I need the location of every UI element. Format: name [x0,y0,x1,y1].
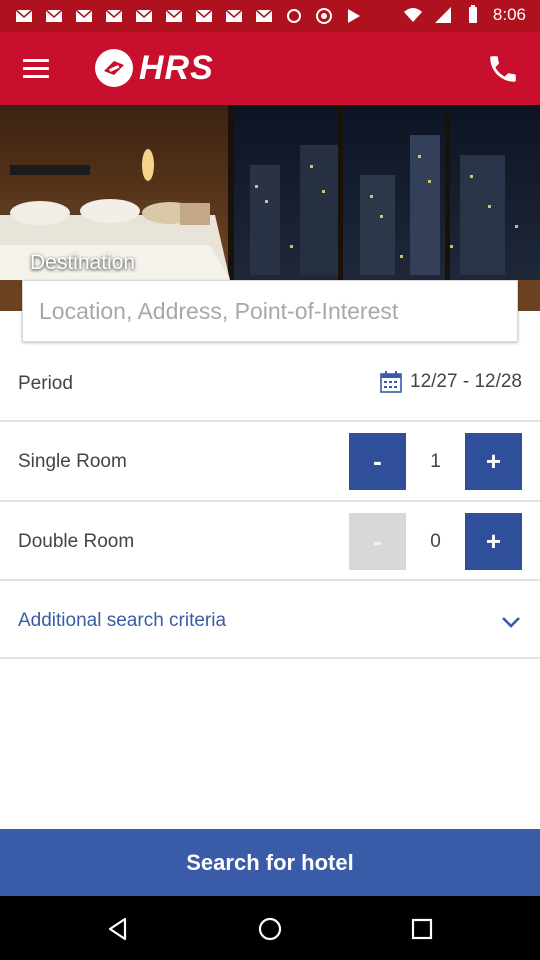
destination-label: Destination [30,251,136,274]
period-label: Period [18,373,73,394]
mail-icon [165,9,183,22]
single-room-row: Single Room - 1 + [0,422,540,501]
wifi-icon [403,8,422,22]
divider [0,579,540,581]
location-input[interactable] [22,280,518,342]
hrs-logo: HRS [95,48,214,88]
double-room-row: Double Room - 0 + [0,502,540,581]
menu-icon[interactable] [20,54,52,84]
mail-icon [75,9,93,22]
navigation-bar [0,896,540,960]
app-bar: HRS [0,32,540,105]
chevron-down-icon [502,617,520,628]
additional-criteria-label: Additional search criteria [18,610,227,631]
mail-icon [195,9,213,22]
mail-icon [135,9,153,22]
at-icon [316,8,332,24]
divider [0,657,540,659]
calendar-icon [380,371,402,393]
phone-icon[interactable] [486,52,520,86]
period-value: 12/27 - 12/28 [410,371,522,392]
period-row: Period 12/27 - 12/28 [0,345,540,422]
back-icon[interactable] [105,916,131,942]
single-room-plus-button[interactable]: + [465,433,522,490]
double-room-count: 0 [430,531,441,552]
play-store-icon [348,9,360,23]
signal-icon [434,7,451,23]
mail-icon [105,9,123,22]
status-bar-notifications [14,6,364,26]
period-selector[interactable]: 12/27 - 12/28 [380,371,522,393]
additional-criteria-toggle[interactable]: Additional search criteria [0,582,540,658]
status-bar: 8:06 [0,0,540,32]
screen: 8:06 HRS Destination Location, Address, … [0,0,540,960]
mail-icon [255,9,273,22]
single-room-count: 1 [430,451,441,472]
status-bar-system: 8:06 [403,5,526,25]
sync-icon [287,9,301,23]
double-room-minus-button[interactable]: - [349,513,406,570]
mail-icon [45,9,63,22]
hrs-logo-icon [95,49,133,87]
search-hotel-button[interactable]: Search for hotel [0,829,540,896]
single-room-label: Single Room [18,451,127,472]
mail-icon [225,9,243,22]
logo-text: HRS [139,48,214,87]
double-room-label: Double Room [18,531,135,552]
battery-icon [468,5,477,23]
double-room-plus-button[interactable]: + [465,513,522,570]
recents-icon[interactable] [409,916,435,942]
mail-icon [15,9,33,22]
home-icon[interactable] [257,916,283,942]
status-time: 8:06 [492,5,526,24]
single-room-minus-button[interactable]: - [349,433,406,490]
